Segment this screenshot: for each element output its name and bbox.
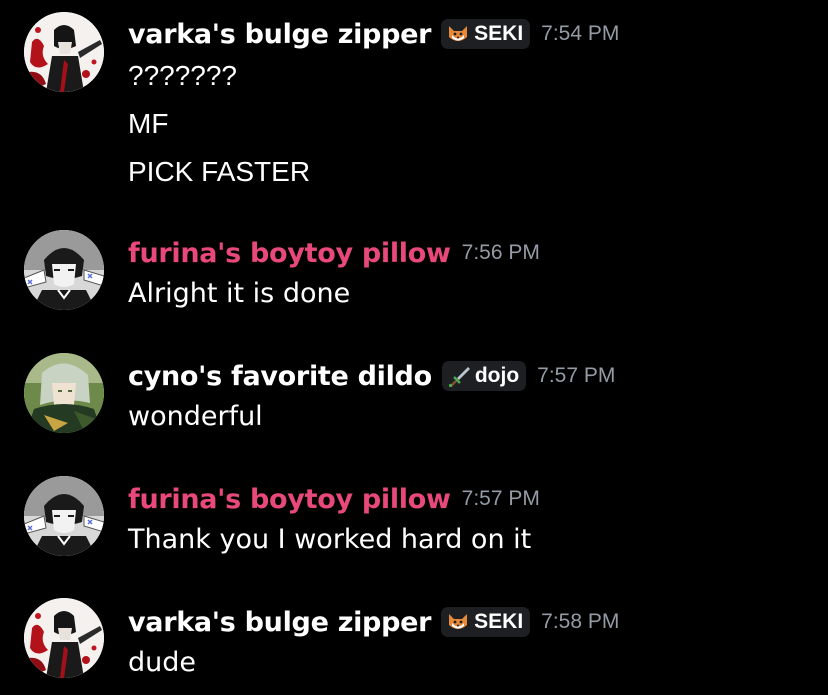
message-header: varka's bulge zipper SEKI 7:58 PM — [128, 602, 619, 642]
message-header: varka's bulge zipper SEKI 7:54 PM — [128, 14, 619, 54]
message-header: cyno's favorite dildo dojo 7:57 PM — [128, 356, 615, 396]
timestamp[interactable]: 7:57 PM — [537, 364, 615, 388]
sword-icon — [448, 365, 470, 387]
message-text: Thank you I worked hard on it — [128, 524, 532, 555]
timestamp[interactable]: 7:56 PM — [462, 241, 540, 265]
green-haired-character-avatar[interactable] — [24, 353, 104, 433]
red-splatter-avatar[interactable] — [24, 12, 104, 92]
manga-boy-avatar[interactable] — [24, 230, 104, 310]
message-text: Alright it is done — [128, 278, 351, 309]
message-header: furina's boytoy pillow 7:57 PM — [128, 479, 540, 519]
server-tag-label: SEKI — [474, 610, 524, 633]
message-text: PICK FASTER — [128, 156, 311, 187]
server-tag[interactable]: SEKI — [441, 19, 531, 49]
message-text: dude — [128, 647, 197, 678]
message-header: furina's boytoy pillow 7:56 PM — [128, 233, 540, 273]
message-text: MF — [128, 108, 169, 139]
server-tag-label: dojo — [474, 364, 520, 387]
timestamp[interactable]: 7:54 PM — [541, 22, 619, 46]
fox-icon — [447, 23, 469, 45]
server-tag[interactable]: dojo — [441, 361, 527, 391]
username[interactable]: furina's boytoy pillow — [128, 238, 451, 269]
username[interactable]: cyno's favorite dildo — [128, 361, 432, 392]
username[interactable]: varka's bulge zipper — [128, 607, 431, 638]
server-tag-label: SEKI — [474, 22, 524, 45]
red-splatter-avatar[interactable] — [24, 598, 104, 678]
username[interactable]: furina's boytoy pillow — [128, 484, 451, 515]
timestamp[interactable]: 7:58 PM — [541, 610, 619, 634]
message-text: ??????? — [128, 60, 238, 91]
server-tag[interactable]: SEKI — [441, 607, 531, 637]
timestamp[interactable]: 7:57 PM — [462, 487, 540, 511]
message-text: wonderful — [128, 401, 263, 432]
manga-boy-avatar[interactable] — [24, 476, 104, 556]
fox-icon — [447, 611, 469, 633]
username[interactable]: varka's bulge zipper — [128, 19, 431, 50]
